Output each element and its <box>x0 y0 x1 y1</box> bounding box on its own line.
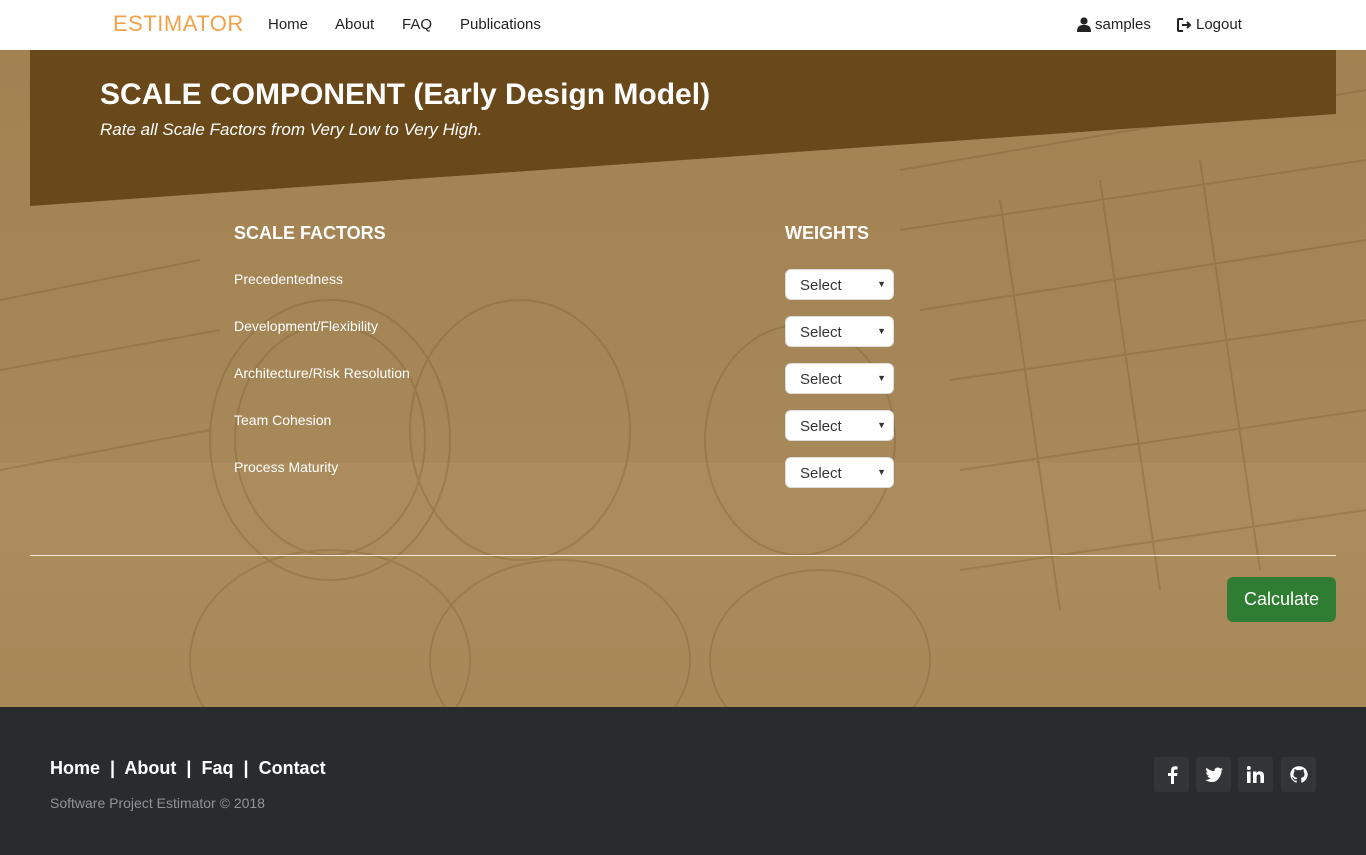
facebook-icon[interactable] <box>1154 757 1189 792</box>
page-subtitle: Rate all Scale Factors from Very Low to … <box>100 120 483 139</box>
nav-publications[interactable]: Publications <box>460 16 541 33</box>
twitter-icon[interactable] <box>1196 757 1231 792</box>
factor-label-precedentedness: Precedentedness <box>234 271 343 287</box>
weights-heading: WEIGHTS <box>785 223 869 243</box>
brand-logo[interactable]: ESTIMATOR <box>113 11 244 37</box>
weight-select-architecture-risk-resolution[interactable]: Select ▼ <box>785 363 894 394</box>
select-value: Select <box>800 465 842 482</box>
copyright: Software Project Estimator © 2018 <box>50 795 265 811</box>
factor-label-process-maturity: Process Maturity <box>234 459 339 475</box>
weight-select-team-cohesion[interactable]: Select ▼ <box>785 410 894 441</box>
footer-separator: | <box>238 758 254 778</box>
github-icon[interactable] <box>1281 757 1316 792</box>
caret-down-icon: ▼ <box>877 326 886 336</box>
factor-label-development-flexibility: Development/Flexibility <box>234 318 378 334</box>
logout-icon <box>1177 17 1192 32</box>
footer: Home | About | Faq | Contact Software Pr… <box>0 707 1366 855</box>
caret-down-icon: ▼ <box>877 373 886 383</box>
select-value: Select <box>800 324 842 341</box>
weight-select-development-flexibility[interactable]: Select ▼ <box>785 316 894 347</box>
scale-factors-heading: SCALE FACTORS <box>234 223 386 243</box>
nav-home[interactable]: Home <box>268 16 308 33</box>
user-name: samples <box>1095 16 1151 33</box>
footer-separator: | <box>181 758 197 778</box>
caret-down-icon: ▼ <box>877 279 886 289</box>
user-menu[interactable]: samples <box>1077 16 1151 33</box>
calculate-button[interactable]: Calculate <box>1227 577 1336 622</box>
footer-separator: | <box>105 758 121 778</box>
page-title: SCALE COMPONENT (Early Design Model) <box>100 78 711 111</box>
footer-link-contact[interactable]: Contact <box>259 758 326 778</box>
factor-label-architecture-risk-resolution: Architecture/Risk Resolution <box>234 365 410 381</box>
user-icon <box>1077 17 1091 32</box>
weight-select-process-maturity[interactable]: Select ▼ <box>785 457 894 488</box>
nav-about[interactable]: About <box>335 16 374 33</box>
caret-down-icon: ▼ <box>877 420 886 430</box>
footer-link-faq[interactable]: Faq <box>201 758 233 778</box>
select-value: Select <box>800 371 842 388</box>
weight-select-precedentedness[interactable]: Select ▼ <box>785 269 894 300</box>
select-value: Select <box>800 277 842 294</box>
footer-link-home[interactable]: Home <box>50 758 100 778</box>
footer-links: Home | About | Faq | Contact <box>50 758 326 779</box>
caret-down-icon: ▼ <box>877 467 886 477</box>
divider <box>30 555 1336 556</box>
logout-label: Logout <box>1196 16 1242 33</box>
select-value: Select <box>800 418 842 435</box>
logout-link[interactable]: Logout <box>1177 16 1242 33</box>
factor-label-team-cohesion: Team Cohesion <box>234 412 332 428</box>
nav-faq[interactable]: FAQ <box>402 16 432 33</box>
navbar: ESTIMATOR Home About FAQ Publications sa… <box>0 0 1366 50</box>
footer-link-about[interactable]: About <box>124 758 176 778</box>
linkedin-icon[interactable] <box>1238 757 1273 792</box>
